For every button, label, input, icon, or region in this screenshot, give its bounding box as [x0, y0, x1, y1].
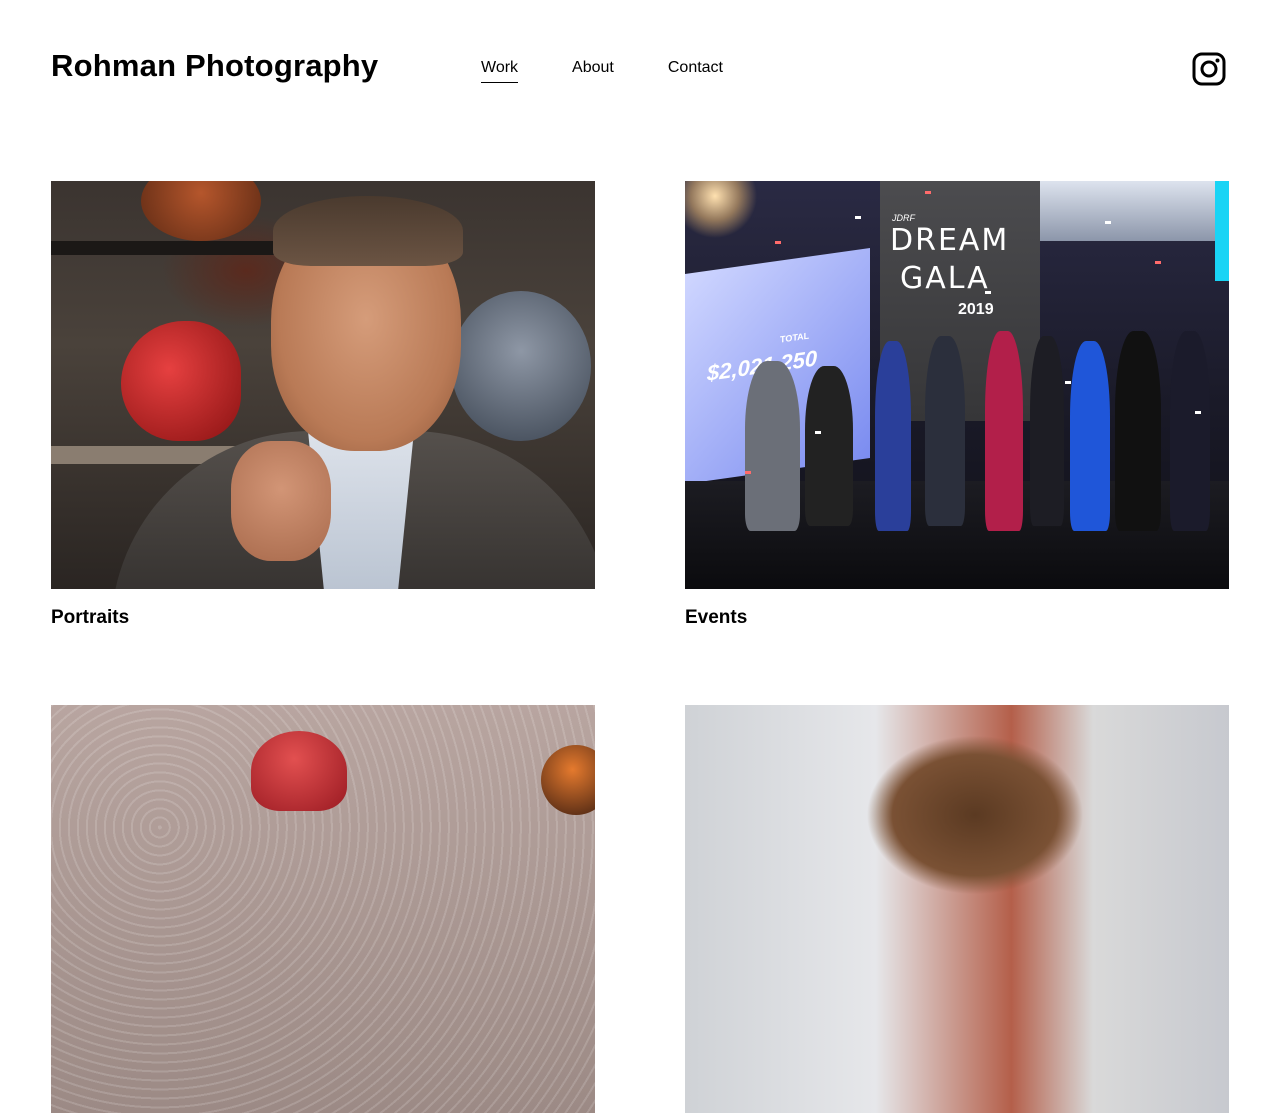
photo-detail [1155, 261, 1161, 264]
photo-detail [855, 216, 861, 219]
photo-detail [251, 731, 347, 811]
tile-label[interactable]: Events [685, 607, 1229, 629]
sports-photo[interactable] [51, 705, 595, 1113]
photo-detail [815, 431, 821, 434]
photo-detail [51, 241, 281, 255]
photo-detail [1215, 181, 1229, 281]
photo-detail [925, 191, 931, 194]
photo-detail [1105, 221, 1111, 224]
photo-detail [451, 291, 591, 441]
instagram-icon[interactable] [1192, 52, 1226, 86]
nav-about[interactable]: About [572, 59, 614, 83]
photo-banner-line1: DREAM [890, 223, 1010, 258]
gallery-tile-portraits[interactable]: Portraits [51, 181, 595, 629]
photo-detail [1040, 181, 1229, 241]
instagram-icon-glyph [1192, 52, 1226, 86]
photo-detail [1195, 411, 1201, 414]
photo-banner-year: 2019 [958, 301, 994, 318]
photo-detail [745, 471, 751, 474]
photo-detail [1030, 336, 1064, 526]
photo-detail [805, 366, 853, 526]
gallery-tile-headshots[interactable] [685, 705, 1229, 1113]
tile-label[interactable]: Portraits [51, 607, 595, 629]
photo-detail [231, 441, 331, 561]
nav-work[interactable]: Work [481, 59, 519, 83]
photo-total-label: TOTAL [780, 330, 810, 345]
photo-banner-org: JDRF [892, 213, 915, 223]
photo-detail [985, 331, 1023, 531]
photo-detail [985, 291, 991, 294]
photo-detail [1170, 331, 1210, 531]
events-photo[interactable]: TOTAL $2,021,250 JDRF DREAM GALA 2019 [685, 181, 1229, 589]
site-header: Rohman Photography Work About Contact [0, 0, 1280, 140]
headshots-photo[interactable] [685, 705, 1229, 1113]
portraits-photo[interactable] [51, 181, 595, 589]
photo-detail [1070, 341, 1110, 531]
gallery-tile-events[interactable]: TOTAL $2,021,250 JDRF DREAM GALA 2019 Ev [685, 181, 1229, 629]
photo-detail [273, 196, 463, 266]
photo-detail [745, 361, 800, 531]
photo-detail [775, 241, 781, 244]
main-nav: Work About Contact [481, 59, 777, 83]
nav-contact[interactable]: Contact [668, 59, 723, 83]
photo-detail [141, 181, 261, 241]
site-title[interactable]: Rohman Photography [51, 48, 378, 84]
photo-detail [875, 341, 911, 531]
gallery-tile-sports[interactable] [51, 705, 595, 1113]
photo-detail [925, 336, 965, 526]
photo-banner-line2: GALA [900, 261, 990, 296]
photo-detail [1115, 331, 1161, 531]
photo-detail [1065, 381, 1071, 384]
photo-detail [121, 321, 241, 441]
